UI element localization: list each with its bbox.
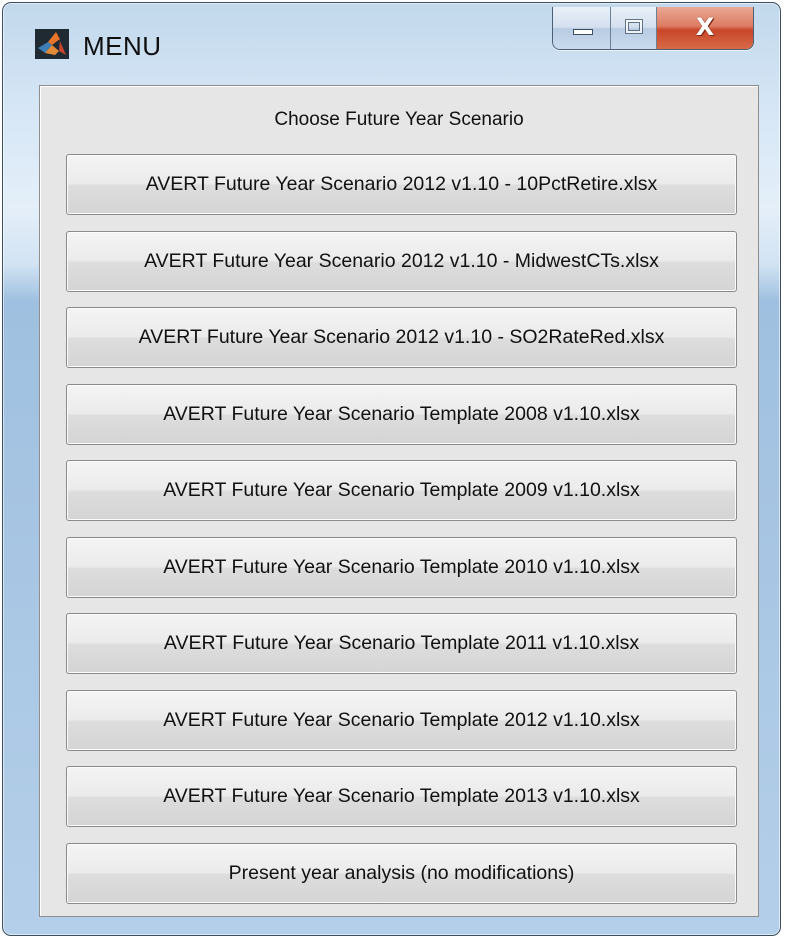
minimize-button[interactable]	[553, 7, 611, 49]
scenario-option-button[interactable]: AVERT Future Year Scenario 2012 v1.10 - …	[66, 154, 737, 215]
scenario-option-list: AVERT Future Year Scenario 2012 v1.10 - …	[66, 154, 737, 919]
scenario-option-button[interactable]: AVERT Future Year Scenario 2012 v1.10 - …	[66, 230, 737, 292]
scenario-option-button[interactable]: AVERT Future Year Scenario Template 2009…	[66, 460, 737, 521]
caption-buttons: X	[552, 7, 754, 50]
scenario-option-button[interactable]: AVERT Future Year Scenario Template 2013…	[66, 766, 737, 827]
scenario-option-button[interactable]: AVERT Future Year Scenario Template 2010…	[66, 536, 737, 598]
present-year-analysis-button[interactable]: Present year analysis (no modifications)	[66, 842, 737, 904]
close-icon: X	[695, 13, 715, 41]
scenario-option-button[interactable]: AVERT Future Year Scenario Template 2012…	[66, 689, 737, 751]
menu-client-area: Choose Future Year Scenario AVERT Future…	[39, 85, 759, 917]
window-title: MENU	[83, 31, 162, 61]
matlab-logo-icon	[35, 29, 69, 59]
maximize-icon	[625, 19, 643, 34]
scenario-option-button[interactable]: AVERT Future Year Scenario 2012 v1.10 - …	[66, 307, 737, 368]
menu-heading: Choose Future Year Scenario	[274, 109, 524, 130]
menu-window: MENU X Choose Future Year Scenario AVERT…	[2, 2, 781, 936]
minimize-icon	[573, 29, 593, 35]
maximize-button[interactable]	[611, 7, 657, 49]
close-button[interactable]: X	[657, 7, 753, 49]
scenario-option-button[interactable]: AVERT Future Year Scenario Template 2008…	[66, 383, 737, 445]
scenario-option-button[interactable]: AVERT Future Year Scenario Template 2011…	[66, 613, 737, 674]
title-bar[interactable]: MENU X	[3, 3, 780, 67]
